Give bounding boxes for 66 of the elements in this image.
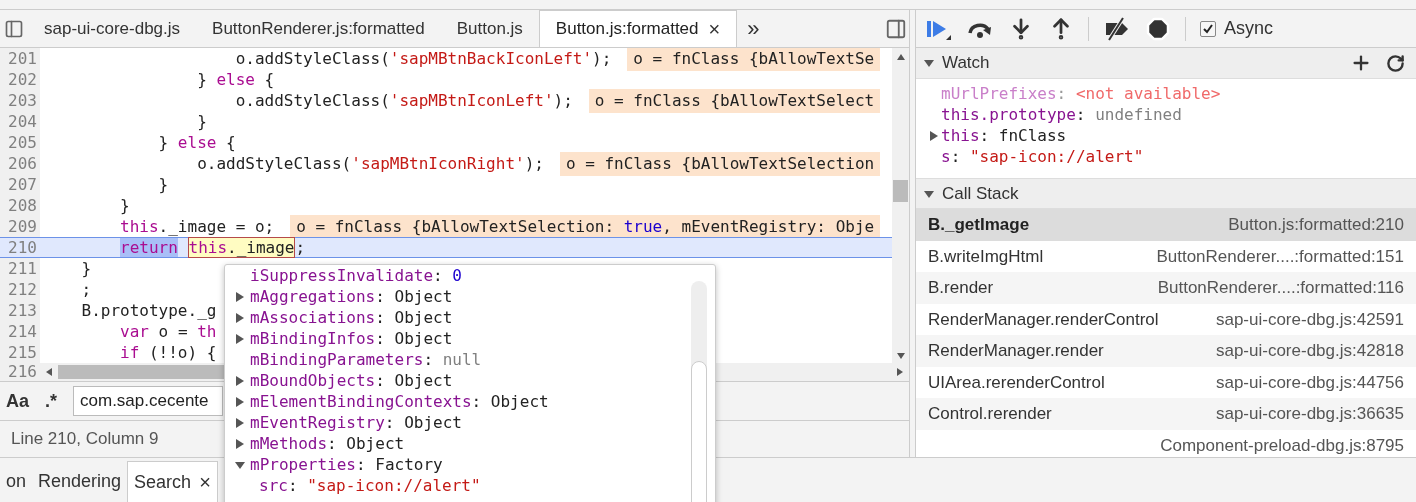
watch-expression: this: fnClass [941,124,1067,147]
watch-expression: mUrlPrefixes: <not available> [941,82,1221,105]
line-number: 212 [0,279,40,300]
line-number: 201 [0,48,40,69]
property-entry: mMethods: Object [250,432,405,455]
line-number: 213 [0,300,40,321]
line-number: 214 [0,321,40,342]
line-number: 204 [0,111,40,132]
property-entry: mAssociations: Object [250,306,453,329]
property-entry: src: "sap-icon://alert" [259,474,481,497]
code-line: o.addStyleClass('sapMBtnIconLeft'); [234,89,573,112]
property-entry: mBindingInfos: Object [250,327,453,350]
function-name: RenderManager.render [928,340,1104,362]
line-number: 209 [0,216,40,237]
source-location: sap-ui-core-dbg.js:36635 [1215,403,1404,425]
function-name: B.render [928,277,994,299]
source-location: Component-preload-dbg.js:8795 [1160,434,1404,457]
source-location: sap-ui-core-dbg.js:42591 [1215,308,1404,331]
watch-expression: s: "sap-icon://alert" [941,145,1144,168]
code-line: if (!!o) { [119,341,217,363]
cursor-position: Line 210, Column 9 [11,428,159,451]
code-line: o.addStyleClass('sapMBtnBackIconLeft'); [234,48,612,70]
inline-value: o = fnClass {bAllowTextSe [627,48,881,71]
code-line: ; [80,278,92,301]
inline-value: o = fnClass {bAllowTextSelection: true, mEventRegistry: Obje [290,214,881,239]
code-line: this._image = o; [119,215,275,238]
watch-expression: this.prototype: undefined [941,103,1182,126]
property-entry: iSuppressInvalidate: 0 [250,265,462,287]
code-line: } [157,173,169,196]
function-name: UIArea.rerenderControl [928,371,1105,394]
line-number: 202 [0,69,40,90]
code-line: var o = th [119,320,217,343]
line-number: 206 [0,153,40,174]
code-line: o.addStyleClass('sapMBtnIconRight'); [196,152,544,175]
code-line: } else { [196,68,275,91]
code-line: } [80,257,92,280]
property-entry: mBoundObjects: Object [250,369,453,392]
code-line: } [196,110,207,133]
function-name: B._getImage [928,214,1030,236]
source-location: sap-ui-core-dbg.js:44756 [1215,371,1404,394]
line-number: 208 [0,195,40,216]
line-number: 215 [0,342,40,363]
source-location: sap-ui-core-dbg.js:42818 [1215,340,1404,362]
property-entry: mBindingParameters: null [250,348,482,371]
code-line: } [119,194,130,217]
line-number: 211 [0,258,40,279]
source-location: ButtonRenderer....:formatted:116 [1157,277,1404,299]
line-number: 207 [0,174,40,195]
line-number: 203 [0,90,40,111]
source-location: ButtonRenderer....:formatted:151 [1156,245,1404,268]
function-name: Control.rerender [928,403,1052,425]
line-number: 205 [0,132,40,153]
property-entry: mElementBindingContexts: Object [250,390,549,413]
code-line: return this._image; [119,236,306,260]
inline-value: o = fnClass {bAllowTextSelect [588,88,881,113]
function-name: RenderManager.renderControl [928,308,1159,331]
code-line: } else { [157,131,236,154]
property-entry: mEventRegistry: Object [250,411,462,434]
property-entry: mAggregations: Object [250,285,453,308]
function-name: B.writeImgHtml [928,245,1044,268]
async-label: Async [1224,17,1274,40]
inline-value: o = fnClass {bAllowTextSelection [559,151,881,176]
source-location: Button.js:formatted:210 [1228,214,1404,236]
code-line: B.prototype._g [80,299,217,322]
line-number: 216 [0,363,40,381]
property-entry: mProperties: Factory [250,453,443,476]
